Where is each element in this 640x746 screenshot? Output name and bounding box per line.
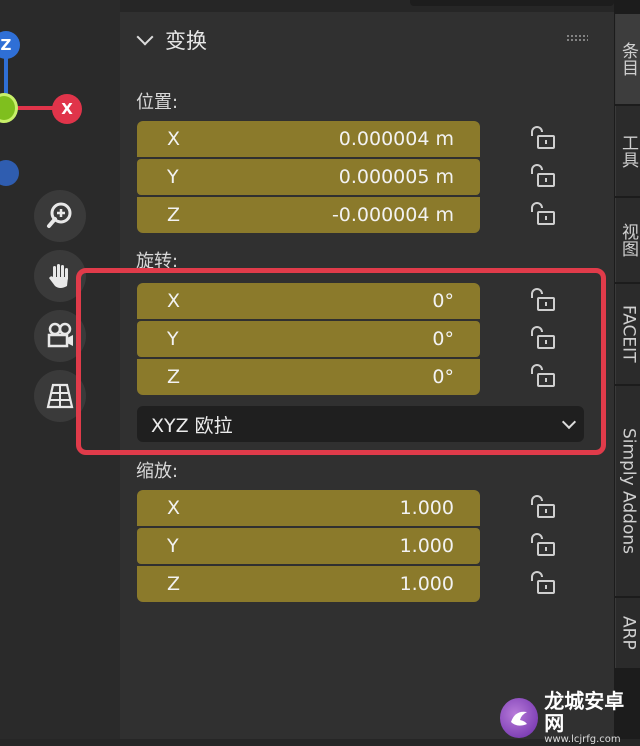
lock-icon[interactable] — [528, 533, 558, 557]
rotation-highlight-box — [76, 268, 606, 455]
field-value: 1.000 — [399, 573, 454, 595]
scale-label: 缩放: — [136, 461, 179, 482]
hand-icon — [49, 264, 68, 288]
location-label: 位置: — [136, 92, 179, 113]
lock-icon[interactable] — [528, 126, 558, 150]
tab-simply-addons[interactable]: Simply Addons — [615, 386, 640, 596]
transform-panel-header[interactable]: 变换 — [135, 22, 207, 58]
chevron-down-icon — [136, 28, 154, 46]
scale-x-field[interactable]: X 1.000 — [137, 490, 480, 526]
field-value: 1.000 — [399, 497, 454, 519]
gizmo-x-axis[interactable]: X — [52, 94, 82, 124]
zoom-button[interactable] — [34, 190, 86, 242]
field-axis: Y — [167, 535, 179, 557]
scale-z-field[interactable]: Z 1.000 — [137, 566, 480, 602]
tab-arp-label: ARP — [618, 616, 639, 650]
gizmo-x-label: X — [61, 100, 73, 118]
location-y-field[interactable]: Y 0.000005 m — [137, 159, 480, 195]
tab-faceit-label: FACEIT — [618, 305, 639, 363]
watermark: 龙城安卓网 www.lcjrfg.com — [500, 690, 640, 746]
lock-icon[interactable] — [528, 164, 558, 188]
transform-title: 变换 — [165, 29, 207, 53]
lock-icon[interactable] — [528, 571, 558, 595]
watermark-url: www.lcjrfg.com — [544, 734, 621, 745]
sidebar-tabs: 条目 工具 视图 FACEIT Simply Addons ARP — [614, 0, 640, 739]
location-x-field[interactable]: X 0.000004 m — [137, 121, 480, 157]
gizmo-z-label: Z — [0, 36, 12, 54]
tab-tool-label: 工具 — [618, 134, 638, 168]
field-value: 1.000 — [399, 535, 454, 557]
header-bar — [410, 0, 614, 6]
watermark-title: 龙城安卓网 — [544, 689, 625, 735]
location-z-field[interactable]: Z -0.000004 m — [137, 197, 480, 233]
field-axis: Z — [167, 573, 181, 595]
field-axis: Z — [167, 204, 181, 226]
lock-icon[interactable] — [528, 495, 558, 519]
field-value: 0.000005 m — [338, 166, 454, 188]
tab-arp[interactable]: ARP — [615, 598, 640, 668]
tab-view-label: 视图 — [618, 223, 638, 257]
field-axis: Y — [167, 166, 179, 188]
drag-handle-icon[interactable] — [566, 34, 588, 42]
camera-icon — [47, 322, 73, 348]
field-axis: X — [167, 128, 181, 150]
tab-item[interactable]: 条目 — [615, 14, 640, 104]
grid-icon — [46, 383, 74, 409]
top-strip — [120, 0, 614, 12]
tab-simply-addons-label: Simply Addons — [618, 428, 639, 554]
tab-view[interactable]: 视图 — [615, 198, 640, 282]
tab-faceit[interactable]: FACEIT — [615, 284, 640, 384]
field-value: 0.000004 m — [338, 128, 454, 150]
tab-item-label: 条目 — [618, 42, 638, 76]
tab-tool[interactable]: 工具 — [615, 106, 640, 196]
zoom-icon — [47, 202, 72, 228]
field-value: -0.000004 m — [331, 204, 454, 226]
field-axis: X — [167, 497, 181, 519]
watermark-logo-icon — [500, 698, 539, 738]
scale-y-field[interactable]: Y 1.000 — [137, 528, 480, 564]
lock-icon[interactable] — [528, 202, 558, 226]
